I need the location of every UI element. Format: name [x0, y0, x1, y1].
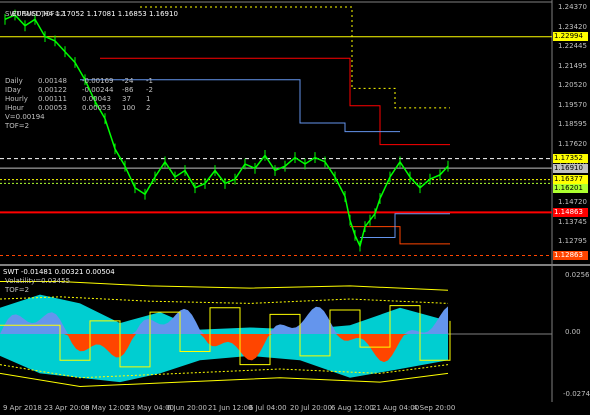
stats-cell-d: 1: [146, 95, 151, 103]
indicator-tick-zero: 0.00: [565, 328, 581, 336]
stats-cell-name: Daily: [5, 77, 23, 85]
price-tag: 1.22994: [553, 32, 588, 42]
price-tag: 1.14863: [553, 207, 588, 217]
stats-cell-c: -24: [122, 77, 134, 85]
price-tag: 1.17352: [553, 154, 588, 164]
indicator-pane[interactable]: SWT -0.01481 0.00321 0.00504 Volatility=…: [0, 266, 590, 402]
channel-step-line: [360, 213, 450, 238]
price-tick-label: 1.24370: [558, 3, 587, 11]
stats-cell-d: 2: [146, 104, 151, 112]
stats-cell-c: 100: [122, 104, 136, 112]
stats-cell-b: 0.00043: [82, 95, 111, 103]
stats-cell-c: -86: [122, 86, 134, 94]
price-chart-canvas[interactable]: [0, 0, 590, 264]
price-tag: 1.16377: [553, 175, 588, 185]
stats-cell-a: 0.00122: [38, 86, 67, 94]
volatility-line: V=0.00194: [5, 113, 45, 121]
time-tick-label: 23 Apr 20:00: [44, 404, 90, 412]
indicator-canvas[interactable]: [0, 266, 590, 402]
price-tag: 1.16910: [553, 163, 588, 173]
indicator-tag: SWT SWT TOF=2: [5, 10, 65, 18]
time-tick-label: 6 Aug 12:00: [331, 404, 374, 412]
time-tick-label: 9 Apr 2018: [3, 404, 42, 412]
indicator-volatility: Volatility=0.03455: [5, 277, 71, 285]
indicator-header: SWT -0.01481 0.00321 0.00504: [3, 268, 115, 276]
price-tick-label: 1.21495: [558, 61, 587, 70]
time-tick-label: 21 Jun 12:00: [208, 404, 253, 412]
indicator-tick-top: 0.02561: [565, 271, 590, 279]
stats-cell-a: 0.00111: [38, 95, 67, 103]
price-tick-label: 1.12795: [558, 237, 587, 245]
price-tick-label: 1.17620: [558, 139, 587, 148]
stats-cell-b: -0.00244: [82, 86, 114, 94]
time-tick-label: 6 Jun 20:00: [167, 404, 208, 412]
stats-cell-b: 0.00053: [82, 104, 111, 112]
time-tick-label: 20 Jul 20:00: [290, 404, 332, 412]
channel-step-line: [140, 6, 450, 109]
stats-cell-b: -0.00169: [82, 77, 114, 85]
time-tick-label: 4 Sep 20:00: [413, 404, 456, 412]
tof-label: TOF=2: [5, 122, 30, 130]
indicator-tick-bottom: -0.02742: [563, 390, 590, 398]
price-tick-label: 1.13745: [558, 217, 587, 226]
stats-cell-d: -2: [146, 86, 153, 94]
stats-cell-name: IHour: [5, 104, 24, 112]
price-tick-label: 1.20520: [558, 81, 587, 89]
time-axis: 9 Apr 2018 23 Apr 20:00 8 May 12:00 23 May …: [0, 402, 590, 415]
price-tick-label: 1.22445: [558, 42, 587, 50]
stats-cell-c: 37: [122, 95, 131, 103]
price-tick-label: 1.18595: [558, 120, 587, 128]
stats-cell-name: Hourly: [5, 95, 28, 103]
price-tick-label: 1.23420: [558, 22, 587, 31]
stats-cell-name: IDay: [5, 86, 21, 94]
price-tag: 1.12863: [553, 251, 588, 261]
price-tag: 1.16201: [553, 184, 588, 194]
stats-cell-a: 0.00053: [38, 104, 67, 112]
stats-cell-d: -1: [146, 77, 153, 85]
indicator-tof: TOF=2: [5, 286, 30, 294]
time-tick-label: 8 May 12:00: [85, 404, 129, 412]
price-tick-label: 1.14720: [558, 198, 587, 206]
price-tick-label: 1.19570: [558, 100, 587, 109]
stats-cell-a: 0.00148: [38, 77, 67, 85]
price-chart-pane[interactable]: EURUSD,H4 1.17052 1.17081 1.16853 1.1691…: [0, 0, 590, 264]
time-tick-label: 6 Jul 04:00: [249, 404, 287, 412]
